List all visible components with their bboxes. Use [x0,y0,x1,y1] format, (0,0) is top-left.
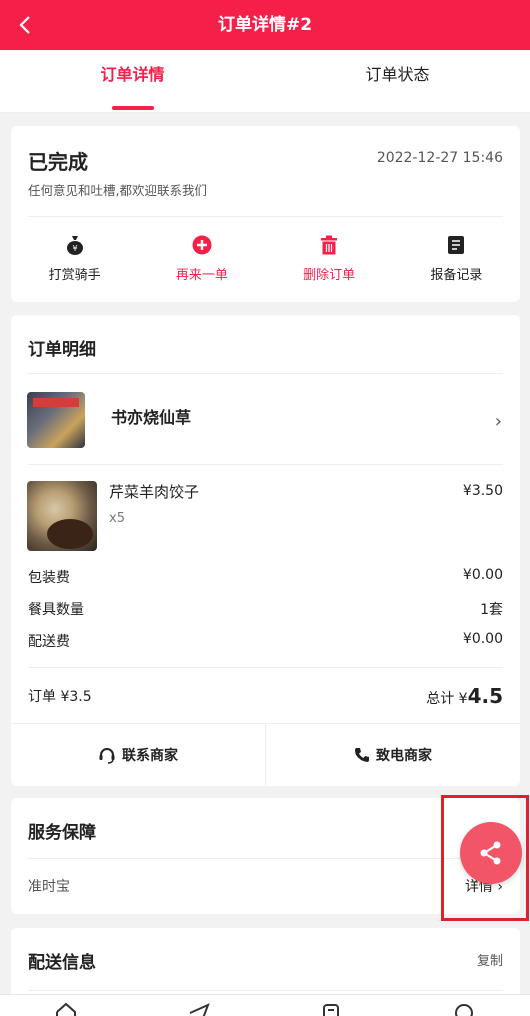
fee-value: ¥0.00 [462,567,503,583]
phone-icon [354,747,370,763]
tab-order-status[interactable]: 订单状态 [265,50,530,113]
copy-button[interactable]: 复制 [477,950,503,969]
item-price: ¥3.50 [462,483,503,499]
item-image [27,481,97,551]
contact-merchant-button[interactable]: 联系商家 [11,724,265,786]
fee-row: 餐具数量 1套 [28,599,503,619]
divider [28,667,503,668]
order-amount: 订单 ¥3.5 [28,689,92,705]
money-bag-icon: ¥ [64,234,86,256]
service-item: 准时宝 [28,879,70,895]
button-label: 致电商家 [376,748,432,764]
home-icon [56,1002,77,1016]
button-label: 联系商家 [122,748,178,764]
top-bar: 订单详情#2 [0,0,530,50]
action-label: 删除订单 [303,268,356,283]
action-label: 再来一单 [175,268,228,283]
divider [28,464,503,465]
action-row: ¥ 打赏骑手 再来一单 删除订单 报备记录 [11,234,520,284]
document-icon [445,234,467,256]
call-merchant-button[interactable]: 致电商家 [265,724,520,786]
order-time: 2022-12-27 15:46 [376,150,503,166]
shop-image[interactable] [27,392,85,448]
trash-icon [318,234,340,256]
action-label: 报备记录 [430,268,483,283]
status-subtitle: 任何意见和吐槽,都欢迎联系我们 [28,183,207,198]
svg-text:¥: ¥ [72,244,77,253]
send-icon [189,1003,210,1016]
nav-profile[interactable] [398,995,530,1016]
total-row: 订单 ¥3.5 总计 ¥4.5 [28,683,503,709]
item-quantity: x5 [109,511,125,526]
reorder-button[interactable]: 再来一单 [138,234,265,284]
divider [28,858,503,859]
tab-bar: 订单详情 订单状态 [0,50,530,113]
total-label: 总计 ¥ [426,691,468,707]
fee-row: 包装费 ¥0.00 [28,567,503,587]
chevron-right-icon[interactable]: › [495,411,502,432]
bottom-nav [0,994,530,1016]
share-icon [480,841,501,865]
divider [28,373,503,374]
status-card: 已完成 2022-12-27 15:46 任何意见和吐槽,都欢迎联系我们 ¥ 打… [11,126,520,302]
total-value: 4.5 [467,684,503,708]
page-title: 订单详情#2 [217,15,313,35]
order-status-title: 已完成 [28,150,88,174]
fee-label: 餐具数量 [28,602,84,618]
share-button[interactable] [460,822,522,884]
contact-row: 联系商家 致电商家 [11,723,520,786]
shop-name[interactable]: 书亦烧仙草 [111,404,191,428]
total-amount: 总计 ¥4.5 [426,684,503,708]
order-detail-card: 订单明细 书亦烧仙草 › 芹菜羊肉饺子 x5 ¥3.50 包装费 ¥0.00 餐… [11,315,520,786]
tab-indicator [112,106,154,110]
delete-order-button[interactable]: 删除订单 [266,234,393,284]
plus-circle-icon [191,234,213,256]
delivery-title: 配送信息 [28,953,96,973]
tab-label: 订单详情 [100,65,165,84]
action-label: 打赏骑手 [48,268,101,283]
order-detail-title: 订单明细 [28,340,96,360]
divider [28,990,503,991]
fee-row: 配送费 ¥0.00 [28,631,503,651]
item-name: 芹菜羊肉饺子 [109,483,200,501]
nav-home[interactable] [0,995,133,1016]
nav-send[interactable] [133,995,266,1016]
headset-icon [98,746,116,764]
fee-value: 1套 [480,602,503,618]
fee-label: 包装费 [28,570,70,586]
divider [28,216,503,217]
fee-label: 配送费 [28,634,70,650]
orders-icon [323,1004,340,1016]
tab-order-detail[interactable]: 订单详情 [0,50,265,113]
report-record-button[interactable]: 报备记录 [393,234,520,284]
fee-value: ¥0.00 [462,631,503,647]
profile-icon [454,1004,473,1016]
tip-rider-button[interactable]: ¥ 打赏骑手 [11,234,138,284]
service-title: 服务保障 [28,823,96,843]
service-card: 服务保障 准时宝 详情 › [11,798,520,914]
tab-label: 订单状态 [365,65,430,84]
nav-orders[interactable] [265,995,398,1016]
